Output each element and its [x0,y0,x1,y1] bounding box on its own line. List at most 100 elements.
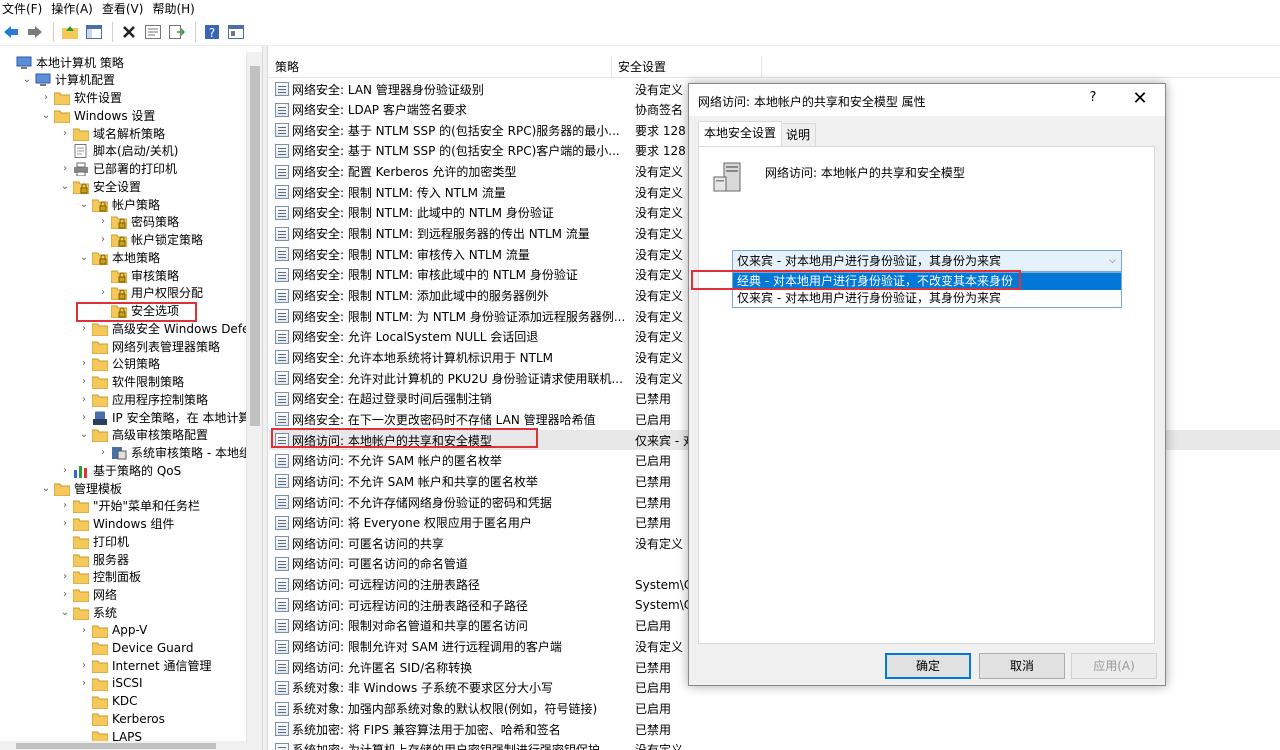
tree-item[interactable]: › Internet 通信管理 [78,657,211,675]
tree-item[interactable]: ⌄ 管理模板 [40,479,122,497]
chevron-down-icon[interactable]: ⌄ [40,106,52,124]
tree-item[interactable]: ⌄ Windows 设置 [40,106,155,124]
chevron-down-icon[interactable]: ⌵ [1109,251,1116,271]
chevron-right-icon[interactable]: › [78,355,90,373]
tree-item[interactable]: 脚本(启动/关机) [59,142,178,160]
chevron-down-icon[interactable]: ⌄ [40,479,52,497]
up-folder-icon[interactable] [59,21,81,43]
tree-item[interactable]: 安全选项 [97,302,179,320]
chevron-down-icon[interactable]: ⌄ [59,177,71,195]
tree-item[interactable]: ⌄ 高级审核策略配置 [78,426,208,444]
back-arrow-icon[interactable] [0,21,22,43]
chevron-right-icon[interactable]: › [97,231,109,249]
forward-arrow-icon[interactable] [24,21,46,43]
tree-horizontal-scrollbar[interactable] [0,741,262,750]
tree-item[interactable]: › 高级安全 Windows Defende [78,319,262,337]
chevron-right-icon[interactable]: › [59,515,71,533]
tree-item[interactable]: ⌄ 计算机配置 [21,71,115,89]
tree-item[interactable]: › 网络 [59,586,117,604]
tree-vertical-scrollbar[interactable] [246,52,262,742]
menu-item-0[interactable]: 文件(F) [0,0,49,18]
option-classic[interactable]: 经典 - 对本地用户进行身份验证，不改变其本来身份 [733,273,1121,290]
security-model-select[interactable]: 仅来宾 - 对本地用户进行身份验证，其身份为来宾 ⌵ [732,250,1122,272]
menu-item-1[interactable]: 操作(A) [49,0,100,18]
tree-item[interactable]: › 域名解析策略 [59,124,165,142]
tree-item[interactable]: › Windows 组件 [59,515,174,533]
option-guest-only[interactable]: 仅来宾 - 对本地用户进行身份验证，其身份为来宾 [733,290,1121,307]
tree-item[interactable]: 本地计算机 策略 [2,53,124,71]
tree-item[interactable]: KDC [78,692,138,710]
chevron-right-icon[interactable]: › [59,160,71,178]
chevron-right-icon[interactable]: › [78,674,90,692]
tree-item[interactable]: Kerberos [78,710,165,728]
tree-item[interactable]: 打印机 [59,532,129,550]
tree-item[interactable]: 服务器 [59,550,129,568]
chevron-down-icon[interactable]: ⌄ [78,248,90,266]
tree-item[interactable]: › 系统审核策略 - 本地组策略 [97,444,262,462]
apply-button[interactable]: 应用(A) [1071,653,1157,679]
properties-icon[interactable] [142,21,164,43]
tree-item[interactable]: › 控制面板 [59,568,141,586]
export-list-icon[interactable] [166,21,188,43]
tree-item[interactable]: 网络列表管理器策略 [78,337,220,355]
delete-icon[interactable] [118,21,140,43]
ok-button[interactable]: 确定 [885,653,971,679]
tree-item[interactable]: › 软件限制策略 [78,373,184,391]
tree-item[interactable]: › App-V [78,621,147,639]
tree-scroll-thumb[interactable] [250,66,260,426]
chevron-down-icon[interactable]: ⌄ [78,195,90,213]
chevron-right-icon[interactable]: › [59,461,71,479]
chevron-right-icon[interactable]: › [59,497,71,515]
policy-row[interactable]: 系统加密: 为计算机上存储的用户密钥强制进行强密钥保护没有定义 [269,740,1280,750]
cancel-button[interactable]: 取消 [979,653,1065,679]
chevron-right-icon[interactable]: › [97,284,109,302]
tree-item[interactable]: › 帐户锁定策略 [97,231,203,249]
chevron-right-icon[interactable]: › [78,390,90,408]
tree-item[interactable]: › "开始"菜单和任务栏 [59,497,200,515]
chevron-right-icon[interactable]: › [59,124,71,142]
tree-item[interactable]: ⌄ 安全设置 [59,177,141,195]
tab-explain[interactable]: 说明 [781,123,817,147]
help-icon[interactable]: ? [201,21,223,43]
menu-item-2[interactable]: 查看(V) [100,0,151,18]
policy-row[interactable]: 系统对象: 加强内部系统对象的默认权限(例如，符号链接) 已启用 [269,699,1280,719]
tab-local-security-setting[interactable]: 本地安全设置 [698,121,783,147]
tree-item[interactable]: ⌄ 系统 [59,603,117,621]
view-icon[interactable] [225,21,247,43]
tree-item[interactable]: › 已部署的打印机 [59,160,177,178]
column-header-setting[interactable]: 安全设置 [612,56,762,78]
chevron-down-icon[interactable]: ⌄ [78,426,90,444]
chevron-right-icon[interactable]: › [40,89,52,107]
pane-splitter[interactable] [262,46,268,750]
column-header-policy[interactable]: 策略 [269,56,612,78]
chevron-right-icon[interactable]: › [78,319,90,337]
tree-item[interactable]: Device Guard [78,639,193,657]
menu-item-3[interactable]: 帮助(H) [150,0,201,18]
chevron-right-icon[interactable]: › [78,408,90,426]
chevron-right-icon[interactable]: › [78,373,90,391]
tree-item[interactable]: › 基于策略的 QoS [59,461,181,479]
show-hide-tree-icon[interactable] [83,21,105,43]
chevron-down-icon[interactable]: ⌄ [59,603,71,621]
chevron-down-icon[interactable]: ⌄ [21,71,33,89]
help-button[interactable]: ? [1083,90,1103,110]
tree-item[interactable]: › IP 安全策略，在 本地计算机 [78,408,262,426]
tree-hscroll-thumb[interactable] [16,743,216,749]
tree-item[interactable]: › 密码策略 [97,213,179,231]
tree-item[interactable]: ⌄ 本地策略 [78,248,160,266]
tree-item[interactable]: › 用户权限分配 [97,284,203,302]
tree-item[interactable]: › 软件设置 [40,89,122,107]
chevron-right-icon[interactable]: › [59,586,71,604]
tree-item[interactable]: 审核策略 [97,266,179,284]
chevron-right-icon[interactable]: › [78,621,90,639]
chevron-right-icon[interactable]: › [97,213,109,231]
policy-row[interactable]: 系统加密: 将 FIPS 兼容算法用于加密、哈希和签名 已禁用 [269,719,1280,739]
chevron-right-icon[interactable]: › [78,657,90,675]
close-button[interactable]: ✕ [1125,89,1155,111]
tree-item[interactable]: › iSCSI [78,674,143,692]
tree-item[interactable]: ⌄ 帐户策略 [78,195,160,213]
tree-item[interactable]: › 应用程序控制策略 [78,390,208,408]
chevron-right-icon[interactable]: › [59,568,71,586]
chevron-right-icon[interactable]: › [97,444,109,462]
tree-item[interactable]: › 公钥策略 [78,355,160,373]
